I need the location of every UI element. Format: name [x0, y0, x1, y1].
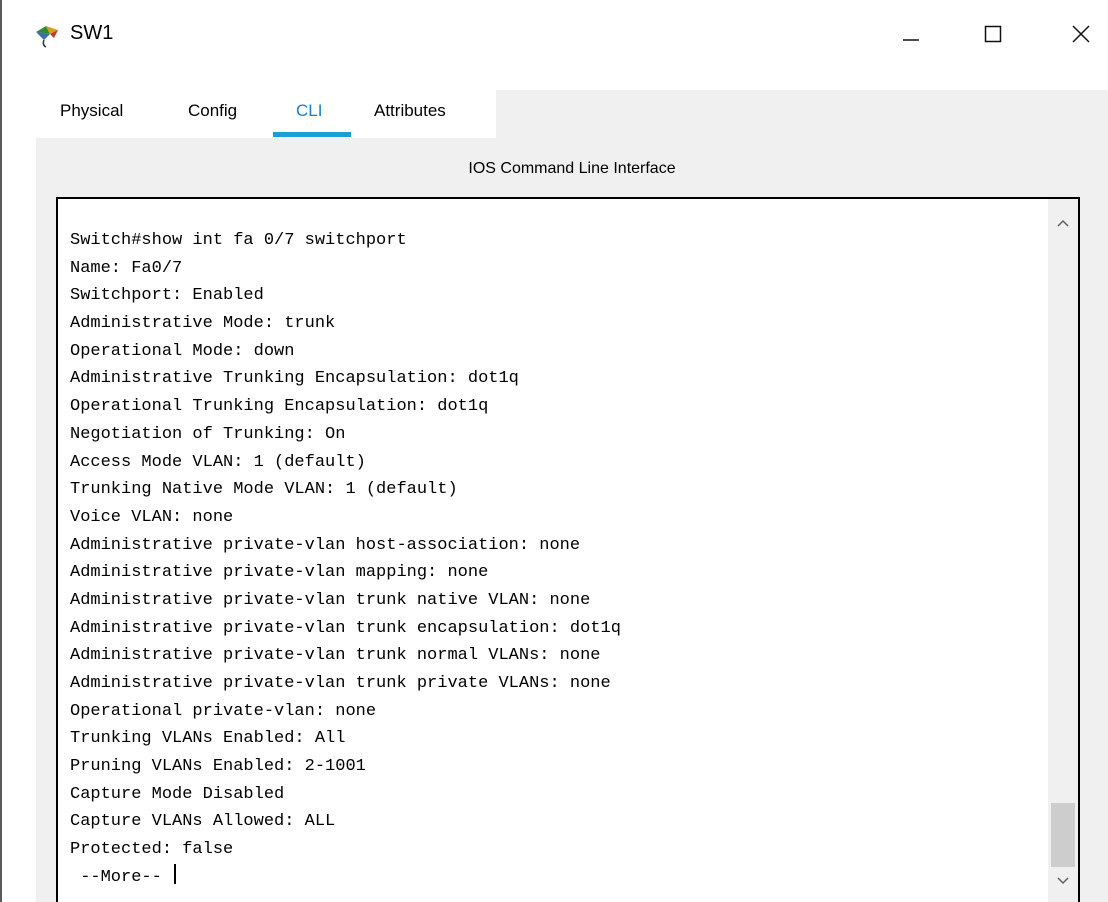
text-cursor: [174, 863, 177, 884]
terminal-line: Operational private-vlan: none: [70, 701, 377, 721]
tab-attributes[interactable]: Attributes: [374, 101, 446, 121]
terminal-line: Administrative private-vlan trunk encaps…: [70, 618, 621, 638]
terminal-prompt-line[interactable]: --More--: [70, 863, 621, 892]
scrollbar-thumb[interactable]: [1051, 803, 1075, 867]
terminal-line: Capture Mode Disabled: [70, 784, 285, 804]
window-title: SW1: [70, 22, 114, 44]
terminal-line: Capture VLANs Allowed: ALL: [70, 812, 336, 832]
tab-cli[interactable]: CLI: [296, 101, 322, 121]
terminal-line: Administrative private-vlan trunk privat…: [70, 674, 611, 693]
title-bar[interactable]: SW1: [2, 0, 1108, 70]
chevron-up-icon: [1057, 219, 1069, 227]
cli-header: IOS Command Line Interface: [468, 160, 676, 177]
tab-physical[interactable]: Physical: [60, 101, 123, 121]
terminal-line: Access Mode VLAN: 1 (default): [70, 452, 366, 472]
terminal-line: Name: Fa0/7: [70, 258, 183, 278]
terminal-line: Administrative private-vlan trunk normal…: [70, 646, 601, 666]
packet-tracer-switch-icon: [32, 22, 62, 48]
active-tab-indicator: [273, 132, 351, 137]
minimize-icon: [903, 39, 919, 41]
terminal-line: Administrative Trunking Encapsulation: d…: [70, 369, 519, 389]
close-icon: [1072, 25, 1090, 43]
scroll-up-button[interactable]: [1048, 213, 1078, 233]
minimize-button[interactable]: [888, 14, 934, 54]
close-button[interactable]: [1058, 14, 1104, 54]
tab-config[interactable]: Config: [188, 101, 237, 121]
more-prompt: --More--: [70, 867, 173, 887]
terminal-line: Operational Trunking Encapsulation: dot1…: [70, 397, 489, 417]
terminal-line: Trunking Native Mode VLAN: 1 (default): [70, 480, 458, 500]
cli-terminal[interactable]: Switch#show int fa 0/7 switchport Name: F…: [56, 197, 1080, 902]
terminal-line: Administrative private-vlan host-associa…: [70, 535, 581, 555]
vertical-scrollbar[interactable]: [1048, 199, 1078, 902]
chevron-down-icon: [1057, 877, 1069, 885]
maximize-button[interactable]: [970, 14, 1016, 54]
terminal-line: Switchport: Enabled: [70, 286, 264, 306]
terminal-line: Voice VLAN: none: [70, 507, 234, 527]
terminal-line: Administrative private-vlan trunk native…: [70, 590, 591, 610]
terminal-line: Pruning VLANs Enabled: 2-1001: [70, 757, 366, 777]
terminal-line: Trunking VLANs Enabled: All: [70, 729, 346, 749]
terminal-line: Operational Mode: down: [70, 341, 295, 361]
maximize-icon: [984, 25, 1002, 43]
terminal-line: Administrative Mode: trunk: [70, 314, 336, 334]
window-left-edge: [0, 0, 2, 902]
terminal-line: Switch#show int fa 0/7 switchport: [70, 231, 407, 250]
scroll-down-button[interactable]: [1048, 871, 1078, 891]
terminal-output: Switch#show int fa 0/7 switchport Name: F…: [70, 227, 621, 892]
packet-tracer-device-window: SW1 Physical Config CLI Attributes IOS C…: [0, 0, 1108, 902]
terminal-line: Protected: false: [70, 840, 234, 860]
terminal-line: Negotiation of Trunking: On: [70, 424, 346, 444]
terminal-line: Administrative private-vlan mapping: non…: [70, 563, 489, 583]
